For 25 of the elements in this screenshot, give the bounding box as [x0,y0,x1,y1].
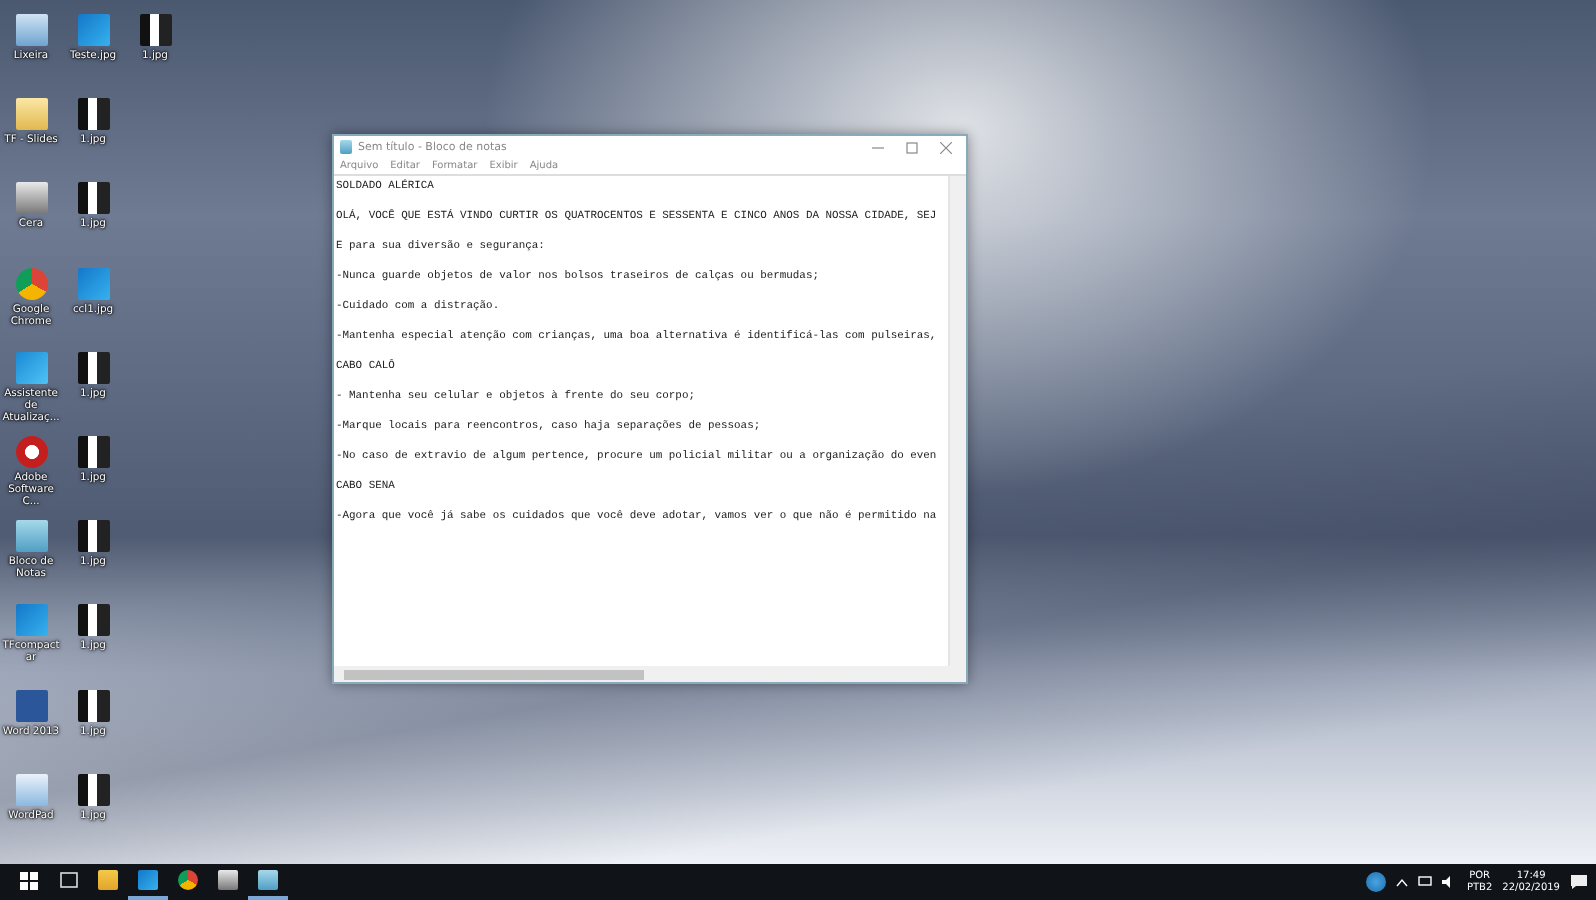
image-icon [77,351,109,384]
notification-icon[interactable] [1570,874,1588,890]
image-icon [77,520,109,553]
image-icon [139,14,171,46]
chevron-up-icon[interactable] [1396,877,1409,887]
app-icon [77,14,109,46]
taskbar-app-button[interactable] [248,864,288,900]
image-icon [77,689,109,721]
maximize-icon [906,141,918,153]
horizontal-scrollbar[interactable] [334,666,966,682]
image-icon [77,773,109,806]
task-view-icon [59,872,77,888]
network-icon[interactable] [1366,872,1387,892]
taskbar-app-button[interactable] [128,864,168,900]
windows-logo-icon [19,871,37,889]
image-icon [77,435,109,468]
minimize-icon [872,141,884,153]
vertical-scrollbar[interactable] [948,176,966,666]
image-icon [77,98,109,131]
app-icon [77,267,109,300]
image-icon [77,604,109,637]
close-icon [940,141,952,153]
display-icon[interactable] [1418,876,1433,888]
image-icon [77,182,109,215]
app-icon [15,604,47,637]
